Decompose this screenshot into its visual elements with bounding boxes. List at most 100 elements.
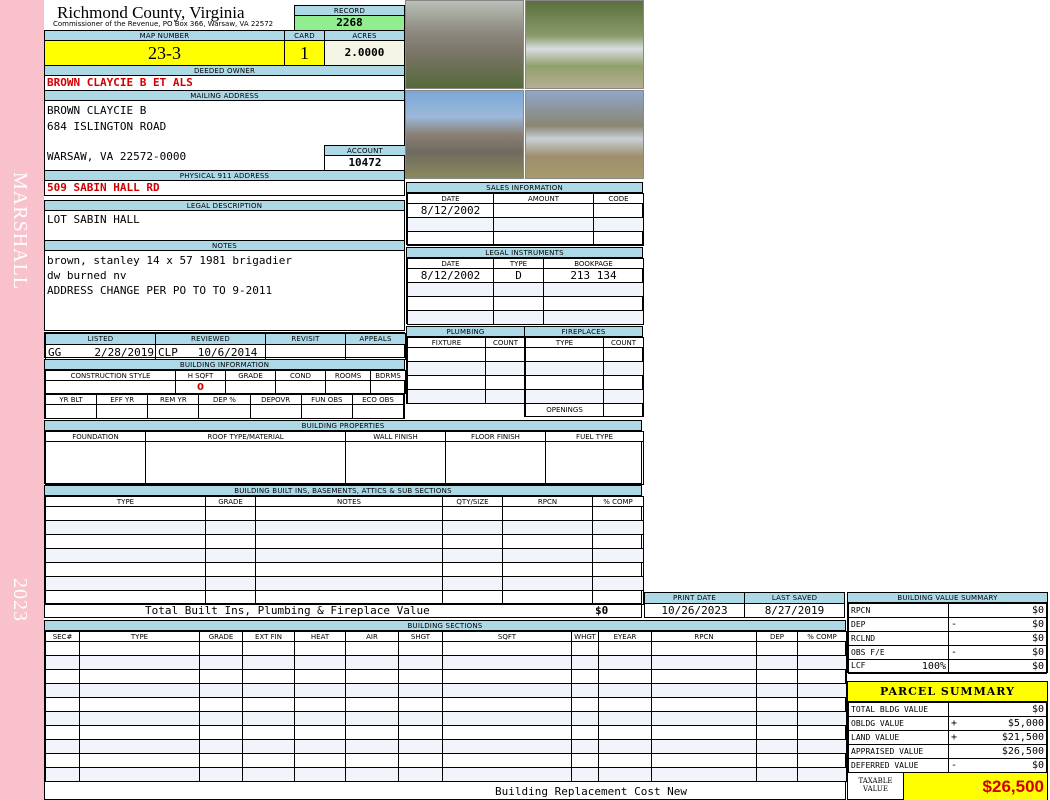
column-header: EXT FIN: [242, 631, 295, 642]
openings-value[interactable]: [603, 403, 644, 417]
column-header: COUNT: [485, 337, 526, 348]
table-cell: [294, 725, 346, 740]
table-cell: [398, 683, 443, 698]
property-photo[interactable]: [525, 0, 644, 89]
table-row: [45, 548, 644, 563]
column-header: ROOMS: [325, 370, 371, 381]
table-cell: [398, 641, 443, 656]
table-cell: [79, 697, 200, 712]
table-cell: [756, 669, 798, 684]
table-cell: [255, 576, 443, 591]
table-cell: [398, 655, 443, 670]
parcel-summary-amount: - $0: [948, 758, 1047, 773]
table-cell: [294, 669, 346, 684]
amount: $0: [1031, 605, 1044, 616]
column-header: COUNT: [603, 337, 644, 348]
table-cell: [797, 767, 847, 782]
record-number: 2268: [295, 16, 404, 30]
table-row: [407, 375, 526, 390]
column-header-row: SEC# TYPE GRADE EXT FIN HEAT AIR SHGT SQFT WHGT E…: [45, 631, 847, 642]
table-cell: [797, 711, 847, 726]
table-cell: [442, 711, 572, 726]
table-row: [407, 347, 526, 362]
table-cell: [493, 282, 544, 297]
table-cell: [502, 576, 593, 591]
table-cell: [407, 375, 486, 390]
table-cell: [205, 576, 256, 591]
acres-label: ACRES: [325, 31, 404, 41]
table-cell: [199, 655, 243, 670]
value-summary-amount: - $0: [948, 617, 1047, 632]
table-cell: [442, 576, 503, 591]
table-cell: [797, 725, 847, 740]
openings-label: OPENINGS: [525, 403, 604, 417]
table-cell: [797, 669, 847, 684]
table-cell: [345, 669, 399, 684]
property-photo[interactable]: [405, 0, 524, 89]
table-cell: [525, 375, 604, 390]
table-cell: [651, 753, 757, 768]
table-cell: [756, 739, 798, 754]
table-cell: [205, 534, 256, 549]
column-header: YR BLT: [44, 394, 98, 405]
review-row: LISTED REVIEWED REVISIT APPEALS GG 2/28/2019…: [44, 332, 406, 360]
column-header: QTY/SIZE: [442, 496, 503, 507]
table-cell: [651, 739, 757, 754]
table-row: [45, 767, 847, 782]
table-cell: [345, 725, 399, 740]
legal-text: LOT SABIN HALL: [47, 213, 140, 226]
table-cell: [345, 683, 399, 698]
table-cell: [45, 669, 80, 684]
table-cell: [255, 534, 443, 549]
value-summary-label: RPCN: [848, 603, 949, 618]
table-row: [45, 753, 847, 768]
property-photo[interactable]: [525, 90, 644, 179]
building-info-label: BUILDING INFORMATION: [45, 360, 404, 370]
table-cell: [502, 548, 593, 563]
column-header: BOOKPAGE: [543, 258, 644, 269]
value-summary-label: DEP: [848, 617, 949, 632]
table-cell: 213 134: [543, 268, 644, 283]
table-cell: [502, 534, 593, 549]
table-cell: [442, 534, 503, 549]
notes-label: NOTES: [45, 241, 404, 251]
table-cell: [79, 725, 200, 740]
parcel-summary-label: DEFERRED VALUE: [848, 758, 949, 773]
table-cell: [571, 767, 599, 782]
table-cell: [571, 683, 599, 698]
table-cell: [502, 562, 593, 577]
building-info-value: [370, 380, 406, 394]
value-summary-row: RPCN $0: [848, 603, 1047, 618]
builtins-label: BUILDING BUILT INS, BASEMENTS, ATTICS & …: [45, 486, 641, 496]
table-cell: [797, 697, 847, 712]
row-label: LCF: [851, 661, 866, 670]
table-cell: [592, 534, 644, 549]
table-cell: [398, 739, 443, 754]
card-number: 1: [285, 41, 324, 65]
table-cell: [45, 562, 206, 577]
table-cell: [79, 683, 200, 698]
table-cell: [598, 725, 652, 740]
table-cell: [79, 669, 200, 684]
map-number: 23-3: [45, 41, 284, 65]
sales-label: SALES INFORMATION: [407, 183, 642, 193]
table-cell: [407, 296, 494, 311]
table-cell: [345, 641, 399, 656]
column-header-row: CONSTRUCTION STYLE H SQFT GRADE COND ROOMS BD…: [45, 370, 406, 381]
table-cell: [294, 683, 346, 698]
district-label: MARSHALL: [9, 172, 31, 291]
legal-instruments: LEGAL INSTRUMENTS DATE TYPE BOOKPAGE 8/12/2…: [406, 247, 644, 325]
sections-footer: Building Replacement Cost New: [495, 785, 688, 798]
table-cell: [242, 739, 295, 754]
column-header: TYPE: [45, 496, 206, 507]
table-cell: [407, 361, 486, 376]
table-cell: [242, 655, 295, 670]
column-header: FLOOR FINISH: [445, 431, 546, 442]
table-cell: [797, 655, 847, 670]
building-value-summary: BUILDING VALUE SUMMARY RPCN $0 DEP - $0 RCLND $…: [847, 592, 1048, 674]
instruments-label: LEGAL INSTRUMENTS: [407, 248, 642, 258]
table-cell: [651, 669, 757, 684]
property-photo[interactable]: [405, 90, 524, 179]
amount: $26,500: [1001, 746, 1044, 757]
parcel-summary-amount: $0: [948, 702, 1047, 717]
